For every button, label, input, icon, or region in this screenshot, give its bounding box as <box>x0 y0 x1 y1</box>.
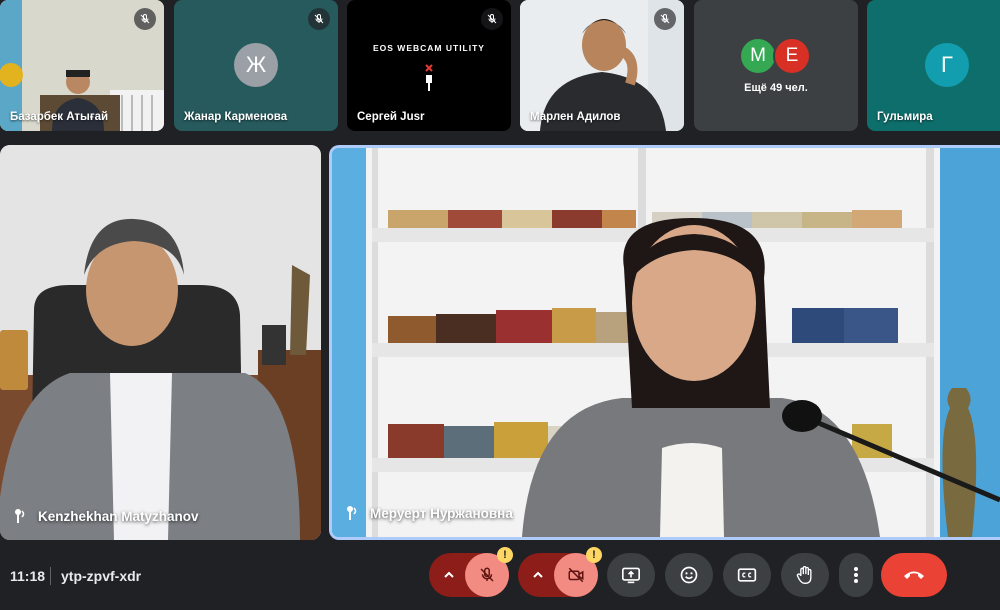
camera-off-icon <box>568 567 584 583</box>
raise-hand-button[interactable] <box>781 553 829 597</box>
meeting-time: 11:18 <box>10 568 46 584</box>
participant-label: Kenzhekhan Matyzhanov <box>14 508 199 524</box>
mic-off-icon <box>654 8 676 30</box>
bottom-toolbar: 11:18 ytp-zpvf-xdr ! ! <box>0 547 1000 610</box>
pin-icon[interactable] <box>14 508 28 524</box>
participant-name: Гульмира <box>877 111 933 123</box>
hand-icon <box>796 565 812 585</box>
mic-control-group: ! <box>429 547 513 597</box>
more-options-button[interactable] <box>839 553 873 597</box>
chevron-up-icon <box>444 571 454 578</box>
participant-name: Базарбек Атығай <box>10 111 109 123</box>
divider <box>50 567 51 585</box>
participant-tile-6[interactable]: Г Гульмира <box>867 0 1000 131</box>
camera-control-group: ! <box>518 547 602 597</box>
participant-name: Марлен Адилов <box>530 111 621 123</box>
mic-options-button[interactable] <box>429 553 469 597</box>
mic-toggle-button[interactable]: ! <box>465 547 513 597</box>
captions-button[interactable] <box>723 553 771 597</box>
avatar: Г <box>925 43 969 87</box>
present-screen-icon <box>622 567 640 584</box>
participant-name: Жанар Карменова <box>184 111 288 123</box>
avatar: Ж <box>234 43 278 87</box>
pin-icon[interactable] <box>346 505 360 521</box>
meet-window: Базарбек Атығай Ж Жанар Карменова EOS WE… <box>0 0 1000 610</box>
captions-icon <box>737 568 757 582</box>
participant-video <box>332 148 1000 537</box>
mic-off-icon <box>481 8 503 30</box>
avatar: M <box>739 37 777 75</box>
avatar: E <box>773 37 811 75</box>
more-vert-icon <box>854 567 858 583</box>
camera-options-button[interactable] <box>518 553 558 597</box>
mic-off-icon <box>480 567 494 582</box>
participant-name: Меруерт Нуржановна <box>370 505 513 521</box>
emoji-icon <box>680 566 698 584</box>
mic-off-icon <box>308 8 330 30</box>
participant-tile-3[interactable]: EOS WEBCAM UTILITY Сергей Jusr <box>347 0 511 131</box>
participant-name: Kenzhekhan Matyzhanov <box>38 508 199 524</box>
chevron-up-icon <box>533 571 543 578</box>
camera-toggle-button[interactable]: ! <box>554 547 602 597</box>
participant-tile-4[interactable]: Марлен Адилов <box>520 0 684 131</box>
participant-tile-2[interactable]: Ж Жанар Карменова <box>174 0 338 131</box>
main-participant-tile-1[interactable]: Kenzhekhan Matyzhanov <box>0 145 321 540</box>
present-screen-button[interactable] <box>607 553 655 597</box>
participant-tile-1[interactable]: Базарбек Атығай <box>0 0 164 131</box>
end-call-button[interactable] <box>881 553 947 597</box>
main-participant-tile-2[interactable]: Меруерт Нуржановна <box>329 145 1000 540</box>
participant-video <box>0 145 321 540</box>
participant-label: Меруерт Нуржановна <box>346 505 513 521</box>
participant-name: Сергей Jusr <box>357 111 425 123</box>
warning-badge: ! <box>497 547 513 563</box>
meeting-code: ytp-zpvf-xdr <box>61 568 142 584</box>
more-participants-tile[interactable]: M E Ещё 49 чел. <box>694 0 858 131</box>
webcam-utility-label: EOS WEBCAM UTILITY <box>373 43 485 53</box>
mic-off-icon <box>134 8 156 30</box>
reactions-button[interactable] <box>665 553 713 597</box>
warning-badge: ! <box>586 547 602 563</box>
more-participants-label: Ещё 49 чел. <box>744 82 808 94</box>
hang-up-icon <box>904 571 924 579</box>
camera-disconnected-icon <box>425 64 433 91</box>
